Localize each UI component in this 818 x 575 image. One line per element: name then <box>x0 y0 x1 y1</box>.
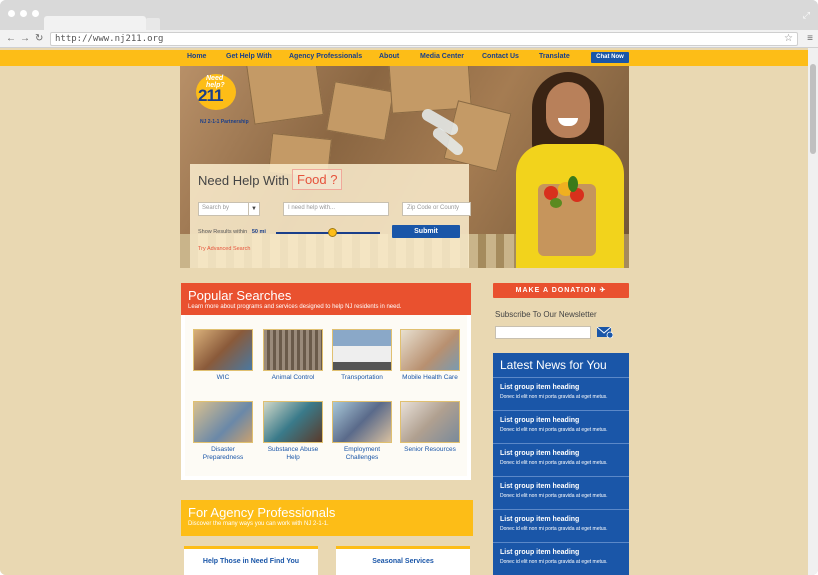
popular-searches-header: Popular Searches Learn more about progra… <box>181 283 471 315</box>
browser-toolbar: ← → ↻ http://www.nj211.org ☆ ≡ <box>0 30 818 48</box>
agency-subtitle: Discover the many ways you can work with… <box>188 521 329 527</box>
bird-icon: ✈ <box>599 287 607 294</box>
slider-handle[interactable] <box>328 228 337 237</box>
cardboard-box-image <box>246 66 324 125</box>
address-bar[interactable]: http://www.nj211.org ☆ <box>50 32 798 46</box>
advanced-search-link[interactable]: Try Advanced Search <box>198 246 250 252</box>
window-minimize-dot[interactable] <box>20 10 27 17</box>
card-seasonal-services[interactable]: Seasonal Services <box>336 546 470 575</box>
news-item[interactable]: List group item heading Donec id elit no… <box>493 542 629 574</box>
chat-now-button[interactable]: Chat Now <box>591 52 629 63</box>
latest-news-title: Latest News for You <box>500 358 607 372</box>
nav-item-get-help[interactable]: Get Help With <box>226 53 272 60</box>
wic-photo <box>193 329 253 371</box>
newsletter-label: Subscribe To Our Newsletter <box>495 310 597 319</box>
reload-icon[interactable]: ↻ <box>35 33 43 45</box>
browser-menu-icon[interactable]: ≡ <box>807 33 813 44</box>
mobile-health-photo <box>400 329 460 371</box>
radius-value: 50 mi <box>251 229 266 235</box>
popular-searches-title: Popular Searches <box>188 288 292 303</box>
volunteer-photo <box>510 66 629 268</box>
search-by-select[interactable]: Search by ▼ <box>198 202 260 216</box>
make-donation-button[interactable]: MAKE A DONATION ✈ <box>493 283 629 298</box>
news-item[interactable]: List group item heading Donec id elit no… <box>493 509 629 541</box>
back-arrow-icon[interactable]: ← <box>6 33 16 45</box>
search-highlight: Food ? <box>292 169 343 190</box>
news-item[interactable]: List group item heading Donec id elit no… <box>493 410 629 442</box>
tile-disaster-preparedness[interactable]: Disaster Preparedness <box>193 401 253 462</box>
show-results-label: Show Results within 50 mi <box>198 229 266 235</box>
tile-employment[interactable]: Employment Challenges <box>332 401 392 462</box>
search-panel: Need Help With Food ? Search by ▼ I need… <box>190 164 471 268</box>
tile-senior-resources[interactable]: Senior Resources <box>400 401 460 454</box>
radius-slider[interactable] <box>276 228 380 237</box>
tile-transportation[interactable]: Transportation <box>332 329 392 382</box>
nj211-logo[interactable]: Need help? 211 NJ 2-1-1 Partnership <box>192 72 249 125</box>
url-text: http://www.nj211.org <box>55 34 164 44</box>
senior-photo <box>400 401 460 443</box>
popular-searches-subtitle: Learn more about programs and services d… <box>188 304 402 310</box>
disaster-photo <box>193 401 253 443</box>
tile-substance-abuse[interactable]: Substance Abuse Help <box>263 401 323 462</box>
top-navigation: Home Get Help With Agency Professionals … <box>0 50 808 66</box>
news-item[interactable]: List group item heading Donec id elit no… <box>493 476 629 508</box>
employment-photo <box>332 401 392 443</box>
envelope-icon[interactable] <box>597 327 613 338</box>
tile-mobile-health-care[interactable]: Mobile Health Care <box>400 329 460 382</box>
popular-searches-section: Popular Searches Learn more about progra… <box>181 283 471 480</box>
new-tab-button[interactable] <box>146 18 160 30</box>
cardboard-box-image <box>326 81 394 141</box>
nav-item-media[interactable]: Media Center <box>420 53 464 60</box>
zip-county-input[interactable]: Zip Code or County <box>402 202 471 216</box>
hero-banner: Need help? 211 NJ 2-1-1 Partnership Need… <box>180 66 629 268</box>
fullscreen-icon[interactable]: ⤢ <box>803 11 810 20</box>
window-zoom-dot[interactable] <box>32 10 39 17</box>
window-close-dot[interactable] <box>8 10 15 17</box>
newsletter-email-input[interactable] <box>495 326 591 339</box>
tile-animal-control[interactable]: Animal Control <box>263 329 323 382</box>
vertical-scrollbar[interactable] <box>808 48 818 575</box>
scrollbar-thumb[interactable] <box>810 64 816 154</box>
news-item[interactable]: List group item heading Donec id elit no… <box>493 377 629 409</box>
tile-wic[interactable]: WIC <box>193 329 253 382</box>
forward-arrow-icon[interactable]: → <box>20 33 30 45</box>
news-item[interactable]: List group item heading Donec id elit no… <box>493 443 629 475</box>
browser-titlebar: ⤢ <box>0 0 818 30</box>
nav-item-about[interactable]: About <box>379 53 399 60</box>
latest-news-header: Latest News for You <box>493 353 629 377</box>
nav-item-translate[interactable]: Translate <box>539 53 570 60</box>
animal-control-photo <box>263 329 323 371</box>
card-help-those-in-need[interactable]: Help Those in Need Find You <box>184 546 318 575</box>
need-help-input[interactable]: I need help with... <box>283 202 389 216</box>
nav-item-contact[interactable]: Contact Us <box>482 53 519 60</box>
agency-professionals-banner: For Agency Professionals Discover the ma… <box>181 500 473 536</box>
nav-item-home[interactable]: Home <box>187 53 206 60</box>
submit-button[interactable]: Submit <box>392 225 460 238</box>
browser-window: ⤢ ← → ↻ http://www.nj211.org ☆ ≡ Home Ge… <box>0 0 818 575</box>
transportation-photo <box>332 329 392 371</box>
agency-title: For Agency Professionals <box>188 505 336 520</box>
chevron-down-icon[interactable]: ▼ <box>248 203 259 215</box>
page-viewport: Home Get Help With Agency Professionals … <box>0 48 808 575</box>
substance-abuse-photo <box>263 401 323 443</box>
search-heading: Need Help With <box>198 173 290 188</box>
nav-item-agency[interactable]: Agency Professionals <box>289 53 362 60</box>
browser-tab[interactable] <box>44 16 146 30</box>
popular-searches-grid: WIC Animal Control Transportation Mobile… <box>185 315 467 476</box>
bookmark-star-icon[interactable]: ☆ <box>784 33 793 44</box>
latest-news-panel: Latest News for You List group item head… <box>493 353 629 575</box>
